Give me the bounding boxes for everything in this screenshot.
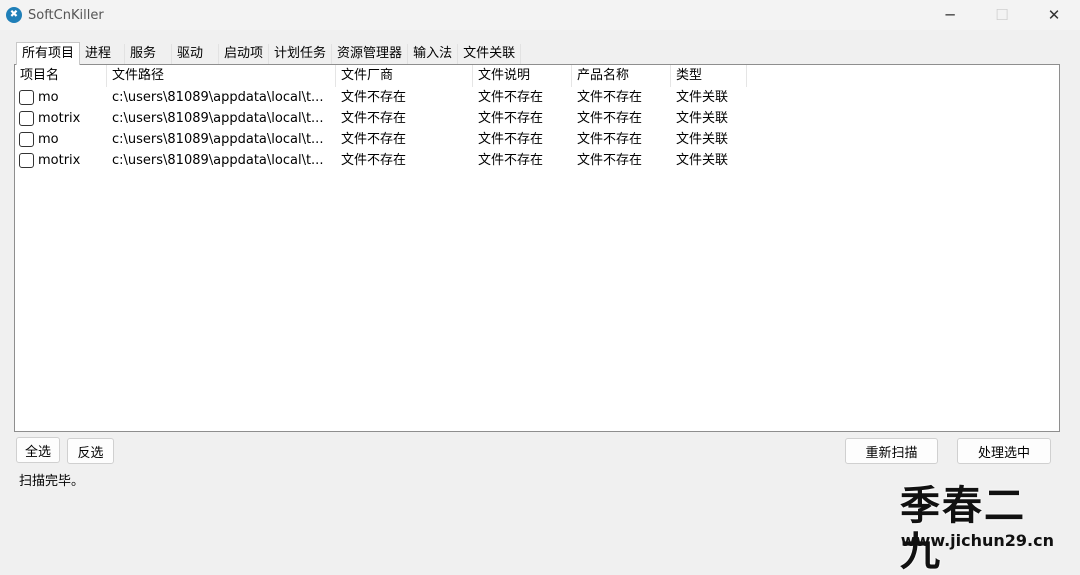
column-header-type[interactable]: 类型 [671, 65, 747, 87]
table-row[interactable]: mo c:\users\81089\appdata\local\t... 文件不… [15, 87, 1059, 108]
tab-input-method[interactable]: 输入法 [408, 44, 459, 64]
rescan-button[interactable]: 重新扫描 [845, 438, 938, 464]
column-header-description[interactable]: 文件说明 [473, 65, 572, 87]
product-name: 文件不存在 [577, 153, 643, 168]
title-bar: ✖ SoftCnKiller ─ ☐ ✕ [0, 0, 1080, 30]
file-path: c:\users\81089\appdata\local\t... [112, 111, 324, 126]
window-title: SoftCnKiller [28, 7, 104, 23]
item-type: 文件关联 [676, 132, 729, 147]
tab-startup[interactable]: 启动项 [219, 44, 270, 64]
item-type: 文件关联 [676, 111, 729, 126]
row-checkbox[interactable] [19, 111, 34, 126]
close-button[interactable]: ✕ [1028, 0, 1080, 30]
file-path: c:\users\81089\appdata\local\t... [112, 153, 324, 168]
list-header: 项目名 文件路径 文件厂商 文件说明 产品名称 类型 [15, 65, 1059, 87]
product-name: 文件不存在 [577, 111, 643, 126]
tab-drivers[interactable]: 驱动 [172, 44, 220, 64]
select-all-button[interactable]: 全选 [16, 437, 60, 463]
status-text: 扫描完毕。 [19, 474, 85, 489]
maximize-button: ☐ [995, 6, 1009, 24]
tab-services[interactable]: 服务 [125, 44, 173, 64]
item-name: mo [38, 132, 59, 147]
file-vendor: 文件不存在 [341, 111, 407, 126]
file-vendor: 文件不存在 [341, 90, 407, 105]
product-name: 文件不存在 [577, 132, 643, 147]
item-type: 文件关联 [676, 90, 729, 105]
row-checkbox[interactable] [19, 153, 34, 168]
column-header-path[interactable]: 文件路径 [107, 65, 336, 87]
name-cell: motrix [15, 108, 107, 129]
item-name: motrix [38, 111, 81, 126]
file-description: 文件不存在 [478, 153, 544, 168]
item-name: mo [38, 90, 59, 105]
tab-explorer[interactable]: 资源管理器 [332, 44, 409, 64]
column-header-vendor[interactable]: 文件厂商 [336, 65, 473, 87]
tab-file-association[interactable]: 文件关联 [458, 44, 522, 64]
row-checkbox[interactable] [19, 132, 34, 147]
watermark-title: 季春二九 [900, 482, 1026, 575]
app-icon: ✖ [6, 7, 22, 23]
item-type: 文件关联 [676, 153, 729, 168]
watermark-url: www.jichun29.cn [900, 531, 1054, 550]
watermark: 季春二九 www.jichun29.cn [900, 483, 1060, 575]
tab-all-items[interactable]: 所有项目 [16, 42, 81, 65]
file-path: c:\users\81089\appdata\local\t... [112, 90, 324, 105]
items-list[interactable]: 项目名 文件路径 文件厂商 文件说明 产品名称 类型 mo c:\users\8… [14, 64, 1060, 432]
process-selected-button[interactable]: 处理选中 [957, 438, 1051, 464]
row-checkbox[interactable] [19, 90, 34, 105]
file-path: c:\users\81089\appdata\local\t... [112, 132, 324, 147]
file-vendor: 文件不存在 [341, 153, 407, 168]
file-description: 文件不存在 [478, 111, 544, 126]
file-vendor: 文件不存在 [341, 132, 407, 147]
tab-scheduled-tasks[interactable]: 计划任务 [269, 44, 333, 64]
minimize-button[interactable]: ─ [924, 0, 976, 30]
tab-processes[interactable]: 进程 [80, 44, 126, 64]
item-name: motrix [38, 153, 81, 168]
file-description: 文件不存在 [478, 132, 544, 147]
invert-selection-button[interactable]: 反选 [67, 438, 114, 464]
tab-bar: 所有项目 进程 服务 驱动 启动项 计划任务 资源管理器 输入法 文件关联 [16, 42, 522, 65]
table-row[interactable]: motrix c:\users\81089\appdata\local\t...… [15, 150, 1059, 171]
column-header-product[interactable]: 产品名称 [572, 65, 671, 87]
name-cell: mo [15, 87, 107, 108]
table-row[interactable]: mo c:\users\81089\appdata\local\t... 文件不… [15, 129, 1059, 150]
product-name: 文件不存在 [577, 90, 643, 105]
name-cell: mo [15, 129, 107, 150]
window-controls: ─ ☐ ✕ [924, 0, 1080, 30]
table-row[interactable]: motrix c:\users\81089\appdata\local\t...… [15, 108, 1059, 129]
name-cell: motrix [15, 150, 107, 171]
column-header-name[interactable]: 项目名 [15, 65, 107, 87]
file-description: 文件不存在 [478, 90, 544, 105]
